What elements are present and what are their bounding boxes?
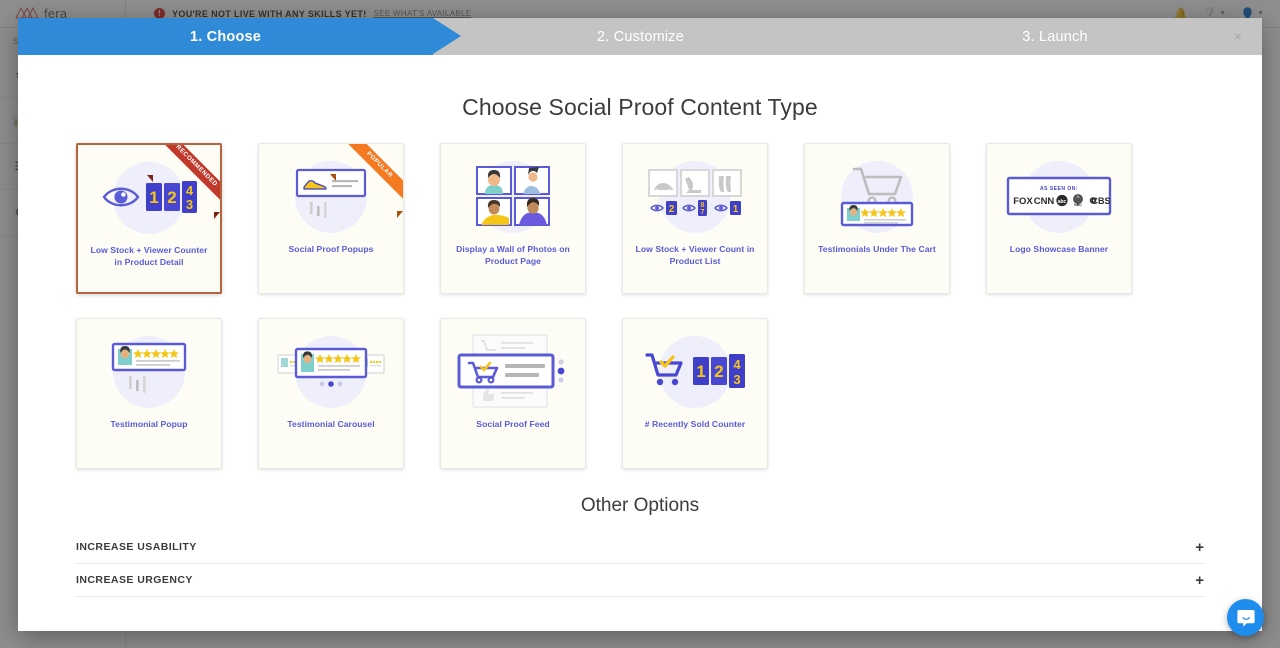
social-proof-feed-icon (457, 334, 565, 408)
intercom-messenger-button[interactable] (1227, 599, 1264, 636)
card-testimonials-under-cart[interactable]: Testimonials Under The Cart (804, 143, 950, 294)
wizard-steps: 1. Choose 2. Customize 3. Launch × (18, 18, 1262, 55)
svg-text:8: 8 (701, 202, 705, 209)
svg-text:3: 3 (733, 372, 740, 387)
card-label: Testimonial Popup (110, 419, 188, 429)
card-wall-of-photos[interactable]: Display a Wall of Photos on Product Page (440, 143, 586, 294)
svg-text:4: 4 (186, 183, 194, 198)
logo-banner-icon: AS SEEN ON: FOX CNN abc NBC CBS (1006, 176, 1112, 216)
step-customize-label: 2. Customize (596, 28, 684, 45)
svg-text:1: 1 (149, 188, 158, 207)
chat-bubble-icon (1236, 609, 1255, 627)
step-choose-label: 1. Choose (189, 28, 262, 45)
modal-body: Choose Social Proof Content Type RECOMME… (18, 55, 1262, 631)
option-label: INCREASE URGENCY (76, 574, 193, 586)
cart-testimonial-icon (840, 167, 914, 227)
card-testimonial-carousel[interactable]: Testimonial Carousel (258, 318, 404, 469)
step-choose[interactable]: 1. Choose (18, 18, 461, 55)
other-options-title: Other Options (580, 495, 700, 516)
svg-text:abc: abc (1058, 199, 1067, 205)
expand-plus-icon[interactable]: + (1195, 573, 1204, 588)
social-proof-wizard-modal: 1. Choose 2. Customize 3. Launch × Choos… (18, 18, 1262, 631)
close-icon[interactable]: × (1233, 29, 1242, 44)
step-launch[interactable]: 3. Launch (848, 18, 1262, 55)
eye-counter-digits-icon: 1 2 4 3 (102, 181, 197, 213)
card-art-testimonial-popup (77, 319, 221, 419)
card-recently-sold-counter[interactable]: 1 2 4 3 # Recently Sold Counter (622, 318, 768, 469)
card-art-cart-counter-digits: 1 2 4 3 (623, 319, 767, 419)
page-title: Choose Social Proof Content Type (462, 94, 818, 120)
card-label: Social Proof Feed (476, 419, 550, 429)
svg-text:2: 2 (167, 188, 176, 207)
expand-plus-icon[interactable]: + (1195, 540, 1204, 555)
svg-text:CBS: CBS (1091, 196, 1110, 206)
option-row-increase-usability[interactable]: INCREASE USABILITY + (76, 531, 1204, 564)
photo-wall-grid-icon (476, 166, 550, 226)
card-art-social-proof-feed (441, 319, 585, 419)
card-label: Low Stock + Viewer Counter in Product De… (90, 245, 208, 267)
svg-text:7: 7 (701, 209, 705, 216)
card-label: # Recently Sold Counter (644, 419, 746, 429)
other-options-list: INCREASE USABILITY + INCREASE URGENCY + (18, 517, 1262, 597)
card-label: Testimonial Carousel (287, 419, 375, 429)
content-type-grid: RECOMMENDED 1 2 4 3 Low Stock + Viewer C… (18, 121, 1262, 469)
svg-text:2: 2 (714, 362, 723, 381)
product-list-viewers-icon: 2 8 7 1 (648, 169, 742, 216)
card-label: Testimonials Under The Cart (818, 244, 936, 254)
testimonial-carousel-icon (277, 347, 385, 387)
svg-text:1: 1 (696, 362, 705, 381)
card-label: Logo Showcase Banner (1009, 244, 1109, 254)
svg-text:3: 3 (186, 197, 193, 212)
option-label: INCREASE USABILITY (76, 541, 197, 553)
card-art-eye-counter: 1 2 4 3 (78, 145, 220, 245)
testimonial-popup-icon (111, 342, 187, 393)
svg-text:AS SEEN ON:: AS SEEN ON: (1040, 186, 1078, 192)
card-testimonial-popup[interactable]: Testimonial Popup (76, 318, 222, 469)
card-label: Low Stock + Viewer Count in Product List (635, 244, 755, 266)
card-low-stock-viewer-counter-product-detail[interactable]: RECOMMENDED 1 2 4 3 Low Stock + Viewer C… (76, 143, 222, 294)
grid-row-2: Testimonial Popup Testimonial Carousel S… (76, 318, 1204, 469)
svg-text:NBC: NBC (1074, 203, 1082, 207)
svg-text:2: 2 (669, 204, 675, 215)
step-launch-label: 3. Launch (1022, 28, 1088, 45)
card-art-logo-banner: AS SEEN ON: FOX CNN abc NBC CBS (987, 144, 1131, 244)
popup-shoe-card-icon (295, 168, 367, 218)
card-art-photo-wall (441, 144, 585, 244)
card-art-testimonial-carousel (259, 319, 403, 419)
card-logo-showcase-banner[interactable]: AS SEEN ON: FOX CNN abc NBC CBS Logo Sho… (986, 143, 1132, 294)
card-art-popup-shoe (259, 144, 403, 244)
card-social-proof-feed[interactable]: Social Proof Feed (440, 318, 586, 469)
step-customize[interactable]: 2. Customize (433, 18, 848, 55)
step-chevron-icon (433, 18, 461, 54)
card-art-cart-testimonial (805, 144, 949, 244)
card-art-product-list-viewers: 2 8 7 1 (623, 144, 767, 244)
grid-row-1: RECOMMENDED 1 2 4 3 Low Stock + Viewer C… (76, 143, 1204, 294)
card-label: Display a Wall of Photos on Product Page (456, 244, 570, 266)
svg-text:FOX: FOX (1013, 196, 1033, 207)
svg-text:4: 4 (733, 357, 741, 372)
option-row-increase-urgency[interactable]: INCREASE URGENCY + (76, 564, 1204, 597)
svg-text:1: 1 (733, 204, 739, 215)
cart-counter-digits-icon: 1 2 4 3 (645, 353, 745, 388)
card-social-proof-popups[interactable]: POPULAR Social Proof Popups (258, 143, 404, 294)
card-label: Social Proof Popups (288, 244, 374, 254)
card-low-stock-viewer-count-product-list[interactable]: 2 8 7 1 Low Stock + Viewer Count in Prod… (622, 143, 768, 294)
svg-text:CNN: CNN (1034, 196, 1055, 207)
